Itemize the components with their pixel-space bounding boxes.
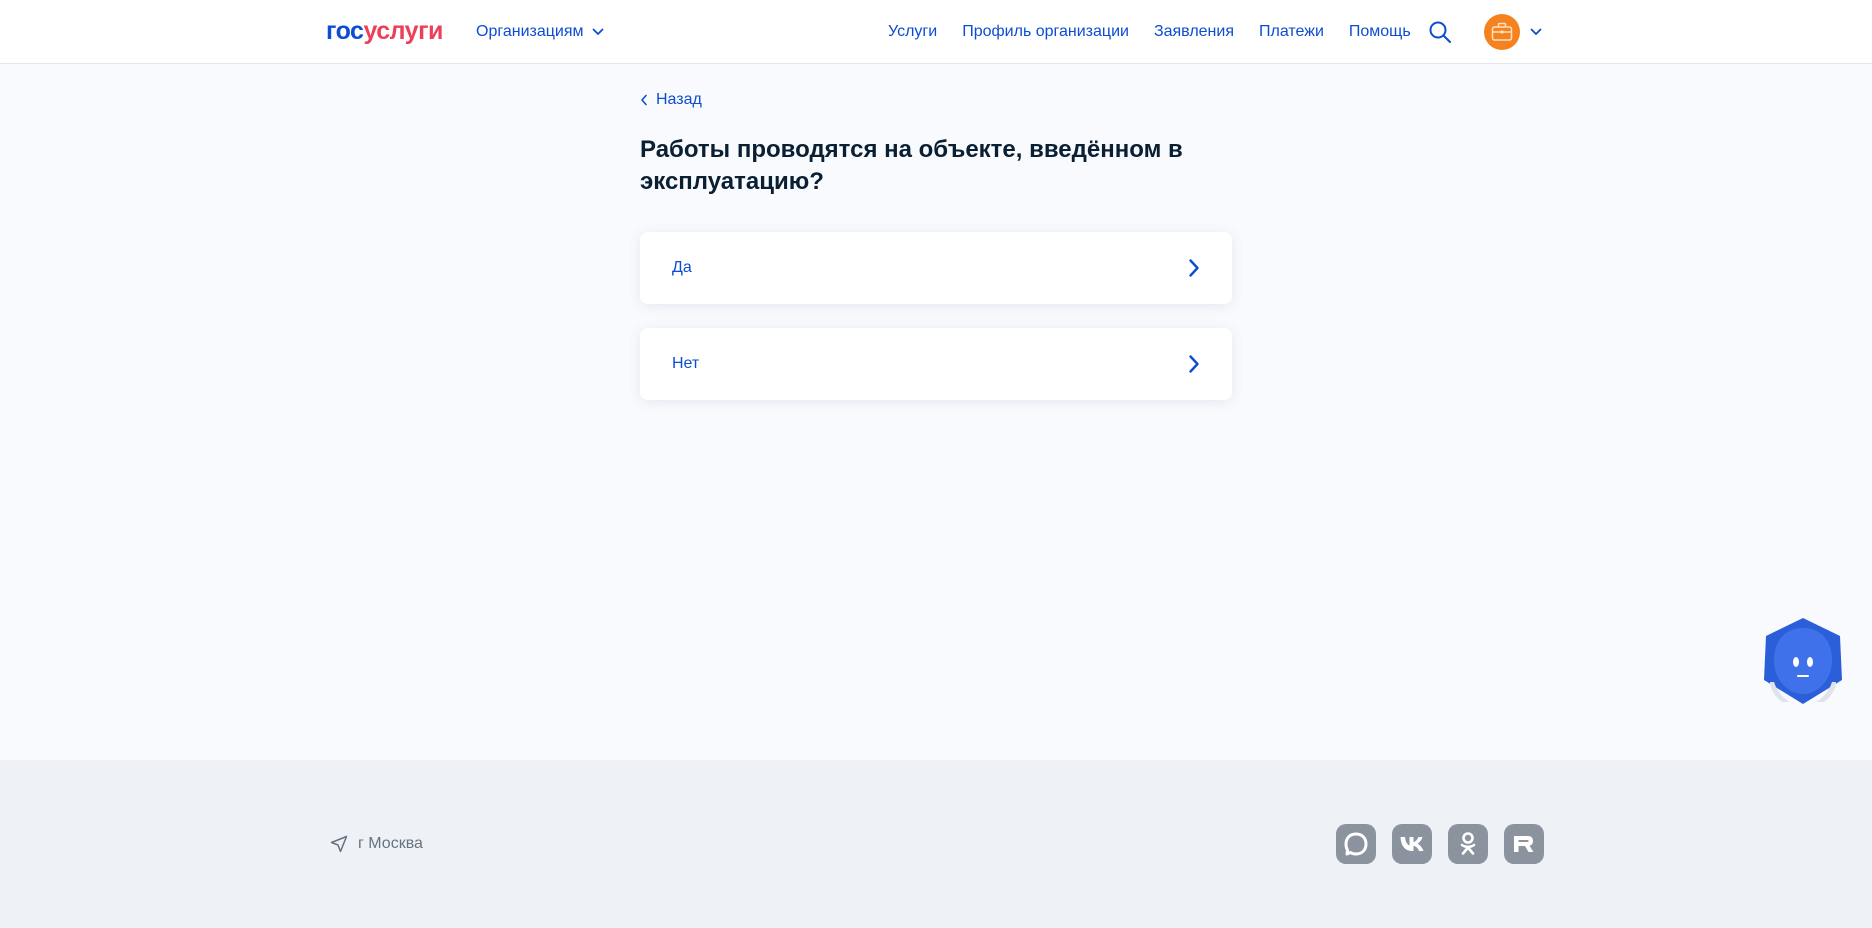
odnoklassniki-icon [1460, 832, 1476, 855]
answer-option-yes[interactable]: Да [640, 232, 1232, 304]
max-icon [1344, 832, 1368, 856]
assistant-robot-button[interactable] [1760, 616, 1846, 706]
social-max-link[interactable] [1336, 824, 1376, 864]
chevron-right-icon [1189, 259, 1199, 277]
chevron-down-icon [592, 28, 603, 35]
answer-option-label: Да [672, 259, 692, 276]
nav-services[interactable]: Услуги [888, 23, 937, 41]
site-footer [0, 760, 1872, 928]
rutube-icon [1514, 836, 1534, 852]
location-selector[interactable]: г Москва [330, 832, 423, 856]
back-label: Назад [656, 91, 702, 108]
nav-applications[interactable]: Заявления [1154, 23, 1234, 41]
answer-option-no[interactable]: Нет [640, 328, 1232, 400]
gosuslugi-logo[interactable]: госуслуги [326, 14, 443, 48]
robot-icon [1764, 618, 1842, 704]
chevron-left-icon [641, 94, 647, 106]
social-vk-link[interactable] [1392, 824, 1432, 864]
back-link[interactable]: Назад [640, 88, 702, 112]
site-header: госуслуги Организациям Услуги Профиль ор… [0, 0, 1872, 64]
search-icon [1429, 21, 1451, 43]
avatar [1484, 14, 1520, 50]
chevron-down-icon [1530, 28, 1542, 35]
nav-payments[interactable]: Платежи [1259, 23, 1324, 41]
social-links [1336, 824, 1544, 864]
social-odnoklassniki-link[interactable] [1448, 824, 1488, 864]
answer-option-label: Нет [672, 355, 700, 372]
organizations-label: Организациям [476, 23, 584, 40]
location-label: г Москва [358, 835, 423, 852]
social-rutube-link[interactable] [1504, 824, 1544, 864]
profile-menu[interactable] [1484, 14, 1542, 50]
briefcase-icon [1491, 22, 1513, 41]
vk-icon [1400, 837, 1424, 851]
search-button[interactable] [1428, 20, 1452, 44]
organizations-dropdown[interactable]: Организациям [476, 20, 604, 44]
main-nav: Услуги Профиль организации Заявления Пла… [888, 20, 1436, 44]
page-title: Работы проводятся на объекте, введённом … [640, 136, 1183, 195]
location-arrow-icon [330, 835, 348, 853]
nav-help[interactable]: Помощь [1349, 23, 1411, 41]
nav-organization-profile[interactable]: Профиль организации [962, 23, 1129, 41]
logo-part-uslugi: услуги [363, 17, 443, 45]
logo-part-gos: гос [326, 17, 364, 45]
chevron-right-icon [1189, 355, 1199, 373]
